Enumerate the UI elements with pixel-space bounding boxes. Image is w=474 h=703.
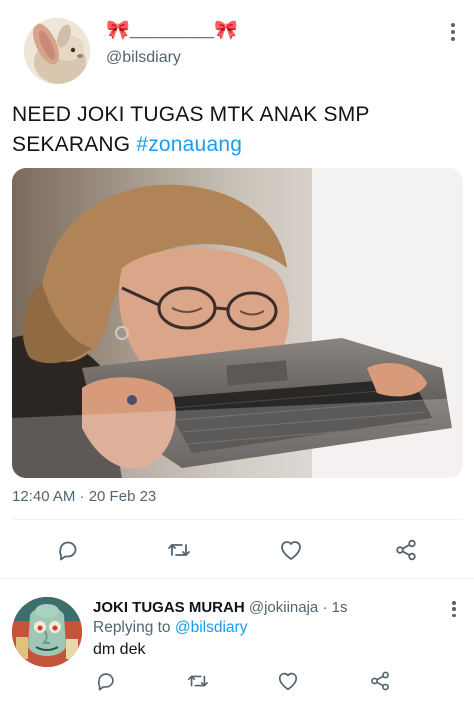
reply-text: dm dek	[93, 641, 146, 658]
main-tweet: 🎀________🎀 @bilsdiary NEED JOKI TUGAS MT…	[0, 0, 474, 578]
display-name[interactable]: 🎀________🎀	[106, 20, 238, 42]
share-icon[interactable]	[368, 669, 392, 693]
avatar[interactable]	[24, 18, 90, 84]
reply-display-name[interactable]: JOKI TUGAS MURAH	[93, 599, 245, 616]
more-vertical-icon[interactable]	[444, 20, 462, 44]
replying-prefix: Replying to	[93, 619, 175, 636]
reply-avatar[interactable]	[12, 597, 82, 667]
share-icon[interactable]	[392, 536, 420, 564]
retweet-icon[interactable]	[165, 536, 193, 564]
reply-actions	[0, 667, 474, 697]
reply-handle-time: @jokiinaja · 1s	[248, 599, 348, 616]
divider	[12, 519, 462, 520]
replying-to: Replying to @bilsdiary	[93, 618, 247, 638]
reply-tweet[interactable]: JOKI TUGAS MURAH @jokiinaja · 1s Replyin…	[0, 579, 474, 703]
replying-mention[interactable]: @bilsdiary	[175, 619, 248, 636]
heart-icon[interactable]	[276, 669, 300, 693]
heart-icon[interactable]	[277, 536, 305, 564]
hashtag-link[interactable]: #zonauang	[136, 133, 242, 156]
tweet-actions	[0, 530, 474, 570]
tweet-media-image[interactable]	[12, 168, 463, 478]
comment-icon[interactable]	[94, 669, 118, 693]
tweet-timestamp[interactable]: 12:40 AM · 20 Feb 23	[12, 487, 156, 507]
comment-icon[interactable]	[54, 536, 82, 564]
more-vertical-icon[interactable]	[445, 599, 463, 619]
tweet-text: NEED JOKI TUGAS MTK ANAK SMP SEKARANG #z…	[12, 100, 462, 160]
retweet-icon[interactable]	[186, 669, 210, 693]
reply-author[interactable]: JOKI TUGAS MURAH @jokiinaja · 1s	[93, 598, 347, 618]
user-handle[interactable]: @bilsdiary	[106, 48, 181, 68]
